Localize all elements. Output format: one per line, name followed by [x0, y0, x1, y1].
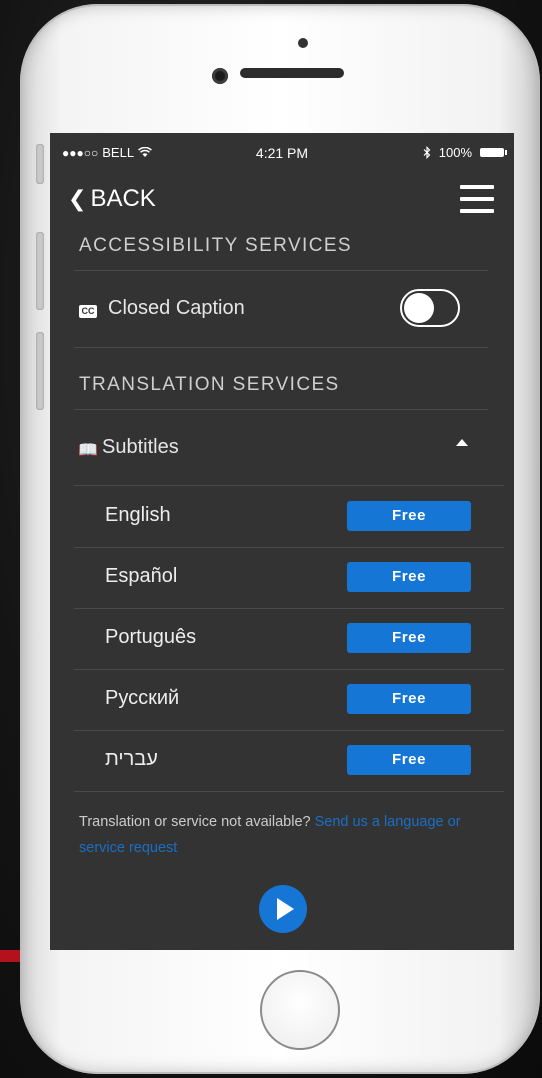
free-button-english[interactable]: Free	[347, 501, 471, 531]
footer-message: Translation or service not available?	[79, 814, 315, 830]
divider	[74, 347, 488, 348]
toggle-knob	[404, 293, 434, 323]
closed-caption-icon: CC	[79, 305, 97, 318]
language-name: Español	[105, 565, 178, 587]
battery-icon	[480, 148, 507, 157]
closed-caption-label: Closed Caption	[108, 297, 245, 319]
status-bar: ●●●○○ BELL 4:21 PM 100%	[50, 133, 514, 169]
bluetooth-icon	[423, 146, 431, 159]
accessibility-heading: ACCESSIBILITY SERVICES	[79, 235, 352, 256]
divider	[74, 409, 488, 410]
language-name: English	[105, 504, 171, 526]
language-row-hebrew: עברית Free	[74, 730, 504, 792]
language-name: עברית	[105, 748, 158, 770]
free-button-hebrew[interactable]: Free	[347, 745, 471, 775]
language-name: Português	[105, 626, 197, 648]
language-row-portuguese: Português Free	[74, 608, 504, 670]
footer-text: Translation or service not available? Se…	[79, 809, 495, 861]
caret-up-icon[interactable]	[456, 439, 468, 446]
play-button[interactable]	[259, 885, 307, 933]
volume-down-button	[36, 332, 44, 410]
translation-heading: TRANSLATION SERVICES	[79, 374, 340, 395]
language-row-spanish: Español Free	[74, 547, 504, 609]
app-screen: ●●●○○ BELL 4:21 PM 100% ❮ BACK ACCESSIBI…	[50, 133, 514, 950]
chevron-left-icon: ❮	[68, 186, 87, 211]
volume-up-button	[36, 232, 44, 310]
back-button[interactable]: ❮ BACK	[68, 185, 156, 213]
proximity-sensor	[298, 38, 308, 48]
earpiece-speaker	[240, 68, 344, 78]
home-button[interactable]	[260, 970, 340, 1050]
back-label: BACK	[90, 185, 156, 212]
free-button-portuguese[interactable]: Free	[347, 623, 471, 653]
mute-switch	[36, 144, 44, 184]
closed-caption-toggle[interactable]	[400, 289, 460, 327]
free-button-russian[interactable]: Free	[347, 684, 471, 714]
hamburger-menu-icon[interactable]	[460, 185, 494, 213]
subtitles-icon: 📖	[78, 442, 98, 459]
free-button-spanish[interactable]: Free	[347, 562, 471, 592]
language-row-russian: Русский Free	[74, 669, 504, 731]
divider	[74, 270, 488, 271]
battery-percentage: 100%	[438, 145, 472, 160]
language-row-english: English Free	[74, 486, 504, 548]
language-name: Русский	[105, 687, 180, 709]
subtitles-label[interactable]: Subtitles	[102, 436, 179, 459]
front-camera	[212, 68, 228, 84]
